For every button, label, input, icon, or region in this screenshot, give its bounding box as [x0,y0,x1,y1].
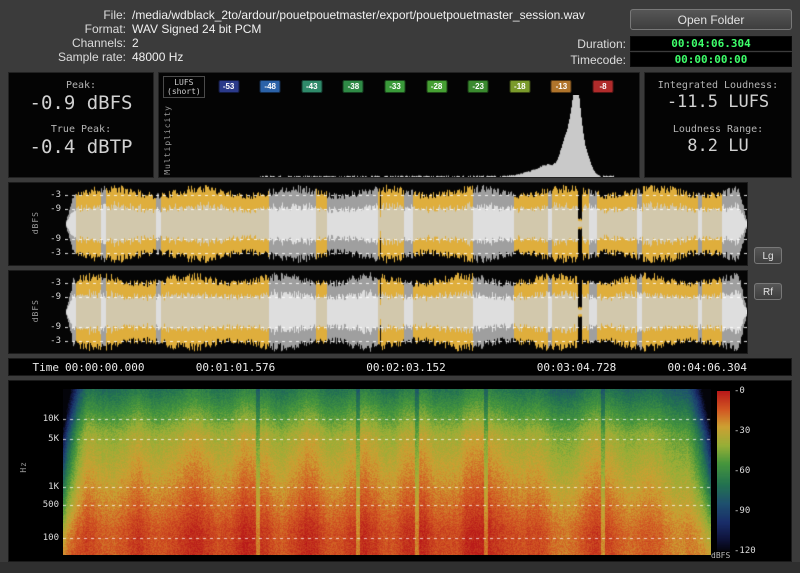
scale-tick: -30 [734,426,750,436]
lufs-marker--28: -28 [426,80,447,93]
integrated-loudness-label: Integrated Loudness: [645,80,791,91]
dbfs-tick: -9 [39,322,61,332]
waveform-right-channel[interactable] [65,271,747,353]
duration-label: Duration: [480,37,626,51]
scale-tick: -0 [734,386,745,396]
dbfs-axis-label: dBFS [31,299,40,322]
lufs-marker--18: -18 [509,80,530,93]
scale-tick: -60 [734,466,750,476]
scale-tick: -90 [734,506,750,516]
duration-display: 00:04:06.304 [630,36,792,51]
histogram-panel: LUFS (short) Multiplicity -53-48-43-38-3… [158,72,640,178]
channels-value: 2 [132,36,139,50]
scale-unit-label: dBFS [711,551,730,560]
format-value: WAV Signed 24 bit PCM [132,22,261,36]
dbfs-tick: -9 [39,204,61,214]
dbfs-tick: -3 [39,248,61,258]
peak-panel: Peak: -0.9 dBFS True Peak: -0.4 dBTP [8,72,154,178]
lufs-marker--38: -38 [343,80,364,93]
lg-button[interactable]: Lg [754,247,782,264]
time-tick: 00:00:00.000 [65,361,144,374]
timecode-display: 00:00:00:00 [630,52,792,67]
waveform-left-channel[interactable] [65,183,747,265]
file-value: /media/wdblack_2to/ardour/pouetpouetmast… [132,8,585,22]
peak-label: Peak: [9,80,153,91]
spectrogram-panel: Hz dBFS 10K 5K 1K 500 100 -0 -30 -60 -90 -120 [8,380,792,562]
time-tick: 00:01:01.576 [196,361,275,374]
loudness-histogram [177,95,637,177]
freq-tick: 100 [35,533,59,543]
true-peak-label: True Peak: [9,124,153,135]
loudness-range-value: 8.2 LU [645,136,791,156]
header: File: /media/wdblack_2to/ardour/pouetpou… [0,0,800,70]
dbfs-tick: -3 [39,278,61,288]
dbfs-tick: -3 [39,336,61,346]
integrated-panel: Integrated Loudness: -11.5 LUFS Loudness… [644,72,792,178]
scale-tick: -120 [734,546,756,556]
multiplicity-axis-label: Multiplicity [163,105,172,175]
channels-label: Channels: [0,36,126,50]
file-label: File: [0,8,126,22]
lufs-tag-line1: LUFS [174,78,193,87]
freq-tick: 5K [35,434,59,444]
dbfs-color-scale [717,391,730,551]
lufs-marker--8: -8 [593,80,614,93]
hz-axis-label: Hz [19,461,28,473]
peak-value: -0.9 dBFS [9,92,153,114]
time-axis: Time 00:00:00.000 00:01:01.576 00:02:03.15… [8,358,792,376]
time-axis-label: Time [9,361,59,374]
rf-button[interactable]: Rf [754,283,782,300]
lufs-marker--33: -33 [385,80,406,93]
samplerate-label: Sample rate: [0,50,126,64]
lufs-marker--13: -13 [551,80,572,93]
spectrogram[interactable] [63,389,711,555]
window-bottom-edge [0,562,800,573]
format-label: Format: [0,22,126,36]
open-folder-button[interactable]: Open Folder [630,9,792,30]
loudness-range-label: Loudness Range: [645,124,791,135]
waveform-panel-right: dBFS -3 -9 -9 -3 [8,270,748,354]
freq-tick: 1K [35,482,59,492]
dbfs-tick: -3 [39,190,61,200]
dbfs-tick: -9 [39,292,61,302]
integrated-loudness-value: -11.5 LUFS [645,92,791,112]
time-tick: 00:02:03.152 [366,361,445,374]
lufs-marker--48: -48 [260,80,281,93]
time-tick: 00:04:06.304 [668,361,747,374]
lufs-marker--43: -43 [301,80,322,93]
export-report-window: File: /media/wdblack_2to/ardour/pouetpou… [0,0,800,573]
lufs-marker--23: -23 [468,80,489,93]
waveform-panel-left: dBFS -3 -9 -9 -3 [8,182,748,266]
timecode-label: Timecode: [480,53,626,67]
dbfs-tick: -9 [39,234,61,244]
samplerate-value: 48000 Hz [132,50,183,64]
dbfs-axis-label: dBFS [31,211,40,234]
freq-tick: 500 [35,500,59,510]
time-tick: 00:03:04.728 [537,361,616,374]
true-peak-value: -0.4 dBTP [9,136,153,158]
lufs-marker--53: -53 [218,80,239,93]
freq-tick: 10K [35,414,59,424]
